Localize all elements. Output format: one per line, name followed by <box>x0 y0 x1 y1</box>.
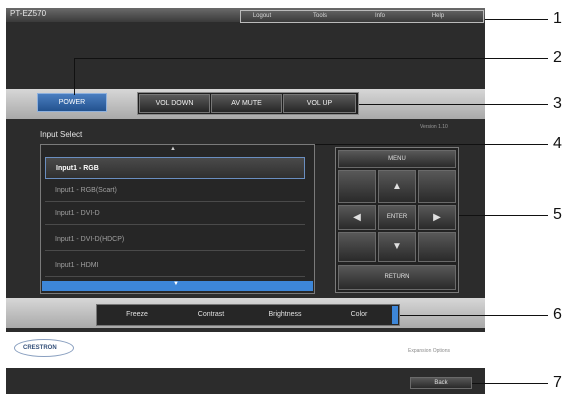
right-arrow-icon[interactable]: ▶ <box>418 205 456 230</box>
color-button[interactable]: Color <box>322 306 396 324</box>
callout-number-6: 6 <box>553 306 562 323</box>
callout-line-4 <box>315 144 548 145</box>
vol-down-button[interactable]: VOL DOWN <box>139 94 210 113</box>
callout-line-2 <box>74 58 548 59</box>
nav-blank-tr <box>418 170 456 203</box>
return-button[interactable]: RETURN <box>338 265 456 290</box>
callout-line-7 <box>472 383 548 384</box>
picture-scroll-indicator[interactable] <box>392 306 398 324</box>
scroll-down-icon: ▼ <box>173 281 179 287</box>
scroll-up-icon[interactable]: ▲ <box>170 146 176 152</box>
menu-button[interactable]: MENU <box>338 150 456 168</box>
input-item-rgb-scart[interactable]: Input1 - RGB(Scart) <box>45 180 305 202</box>
down-arrow-icon[interactable]: ▼ <box>378 232 416 262</box>
brightness-button[interactable]: Brightness <box>248 306 322 324</box>
window-title: PT-EZ570 <box>10 9 47 18</box>
enter-button[interactable]: ENTER <box>378 205 416 230</box>
callout-number-1: 1 <box>553 10 562 27</box>
callout-number-7: 7 <box>553 374 562 391</box>
left-arrow-icon[interactable]: ◀ <box>338 205 376 230</box>
callout-number-2: 2 <box>553 49 562 66</box>
input-select-heading: Input Select <box>40 130 83 139</box>
back-button[interactable]: Back <box>410 377 472 389</box>
input-item-dvi-d-hdcp[interactable]: Input1 - DVI-D(HDCP) <box>45 229 305 251</box>
contrast-button[interactable]: Contrast <box>174 306 248 324</box>
callout-number-3: 3 <box>553 95 562 112</box>
up-arrow-icon[interactable]: ▲ <box>378 170 416 203</box>
crestron-logo-text: CRESTRON <box>23 345 57 351</box>
version-label: Version 1.10 <box>420 124 448 130</box>
nav-blank-bl <box>338 232 376 262</box>
callout-line-1 <box>485 19 548 20</box>
power-button[interactable]: POWER <box>37 93 107 112</box>
callout-number-4: 4 <box>553 135 562 152</box>
input-item-rgb[interactable]: Input1 - RGB <box>45 157 305 179</box>
av-mute-button[interactable]: AV MUTE <box>211 94 282 113</box>
callout-line-6 <box>400 315 548 316</box>
vol-up-button[interactable]: VOL UP <box>283 94 356 113</box>
input-item-dvi-d[interactable]: Input1 - DVI-D <box>45 203 305 225</box>
freeze-button[interactable]: Freeze <box>100 306 174 324</box>
nav-blank-br <box>418 232 456 262</box>
input-item-hdmi[interactable]: Input1 - HDMI <box>45 255 305 277</box>
callout-line-2-vertical <box>74 58 75 95</box>
top-links-frame <box>240 10 484 23</box>
callout-number-5: 5 <box>553 206 562 223</box>
callout-line-3 <box>359 104 548 105</box>
expansion-options-link[interactable]: Expansion Options <box>408 348 450 354</box>
callout-line-5 <box>459 215 548 216</box>
nav-blank-tl <box>338 170 376 203</box>
